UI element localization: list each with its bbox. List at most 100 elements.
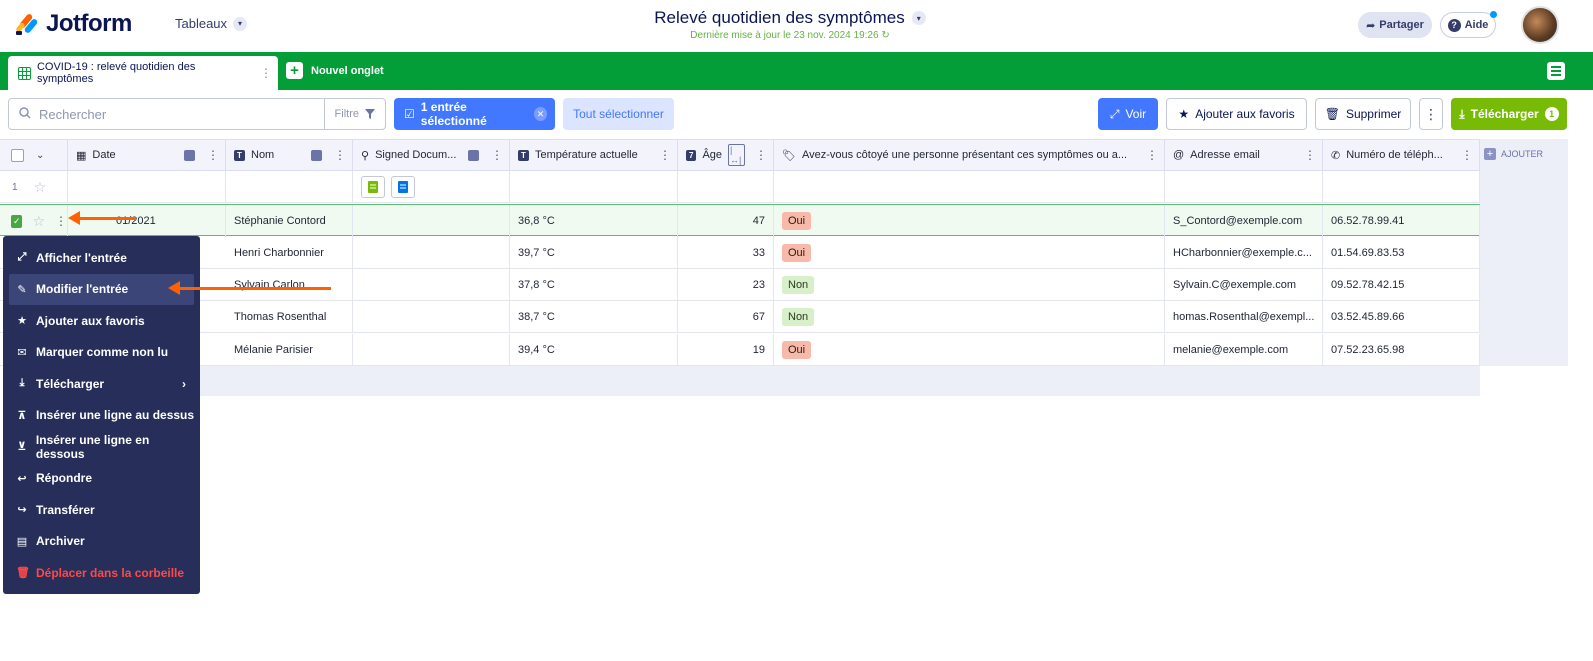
- phone-cell[interactable]: 06.52.78.99.41: [1323, 205, 1480, 237]
- column-menu-icon[interactable]: ⋮: [755, 148, 767, 162]
- refresh-icon[interactable]: ↻: [881, 30, 889, 41]
- temperature-cell[interactable]: 38,7 °C: [510, 301, 678, 333]
- add-column-header[interactable]: + AJOUTER: [1480, 139, 1568, 160]
- contact-cell[interactable]: [774, 171, 1165, 203]
- column-menu-icon[interactable]: ⋮: [1461, 148, 1473, 162]
- signed-doc-cell[interactable]: [353, 269, 510, 301]
- column-header-age[interactable]: 7 Âge |↔| ⋮: [678, 140, 774, 170]
- clear-selection-icon[interactable]: ✕: [533, 107, 547, 121]
- email-cell[interactable]: HCharbonnier@exemple.c...: [1165, 237, 1323, 269]
- column-menu-icon[interactable]: ⋮: [1304, 148, 1316, 162]
- phone-cell[interactable]: 09.52.78.42.15: [1323, 269, 1480, 301]
- signed-doc-cell[interactable]: [353, 237, 510, 269]
- signed-doc-cell[interactable]: [353, 171, 510, 203]
- row-menu-icon[interactable]: ⋮: [55, 214, 67, 228]
- age-cell[interactable]: 47: [678, 205, 774, 237]
- jotform-logo[interactable]: Jotform: [14, 10, 132, 38]
- table-row[interactable]: Sylvain Carlon 37,8 °C 23 Non Sylvain.C@…: [0, 269, 1480, 301]
- view-button[interactable]: ⤢ Voir: [1098, 98, 1158, 130]
- column-menu-icon[interactable]: ⋮: [334, 148, 346, 162]
- column-header-email[interactable]: @ Adresse email ⋮: [1165, 140, 1323, 170]
- table-row[interactable]: Henri Charbonnier 39,7 °C 33 Oui HCharbo…: [0, 237, 1480, 269]
- delete-button[interactable]: 🗑 Supprimer: [1315, 98, 1411, 130]
- temperature-cell[interactable]: 37,8 °C: [510, 269, 678, 301]
- add-column[interactable]: + AJOUTER: [1480, 139, 1568, 366]
- contact-cell[interactable]: Non: [774, 269, 1165, 301]
- contact-cell[interactable]: Oui: [774, 334, 1165, 366]
- table-row[interactable]: Thomas Rosenthal 38,7 °C 67 Non homas.Ro…: [0, 301, 1480, 333]
- email-cell[interactable]: S_Contord@exemple.com: [1165, 205, 1323, 237]
- temperature-cell[interactable]: 39,4 °C: [510, 334, 678, 366]
- table-row-selected[interactable]: ✓ ☆ ⋮ 01/2021 Stéphanie Contord 36,8 °C …: [0, 204, 1480, 237]
- hamburger-menu-icon[interactable]: [1547, 62, 1565, 80]
- name-cell[interactable]: Thomas Rosenthal: [226, 301, 353, 333]
- email-cell[interactable]: melanie@exemple.com: [1165, 334, 1323, 366]
- contact-cell[interactable]: Non: [774, 301, 1165, 333]
- star-icon[interactable]: ☆: [34, 179, 47, 196]
- user-avatar[interactable]: [1521, 6, 1559, 44]
- column-menu-icon[interactable]: ⋮: [659, 148, 671, 162]
- email-cell[interactable]: homas.Rosenthal@exempl...: [1165, 301, 1323, 333]
- more-options-icon[interactable]: ⋮: [1419, 98, 1443, 130]
- share-button[interactable]: ➦ Partager: [1358, 12, 1432, 38]
- tables-dropdown[interactable]: Tableaux ▾: [175, 16, 248, 31]
- age-cell[interactable]: 23: [678, 269, 774, 301]
- download-button[interactable]: ⤓ Télécharger 1: [1451, 98, 1567, 130]
- select-all-button[interactable]: Tout sélectionner: [563, 98, 674, 130]
- select-all-checkbox[interactable]: [11, 148, 24, 162]
- page-title[interactable]: Relevé quotidien des symptômes ▾: [654, 8, 926, 28]
- document-icon[interactable]: [391, 176, 415, 198]
- signed-doc-cell[interactable]: [353, 301, 510, 333]
- filter-button[interactable]: Filtre: [323, 99, 385, 129]
- column-header-temperature[interactable]: T Température actuelle ⋮: [510, 140, 678, 170]
- contact-cell[interactable]: Oui: [774, 205, 1165, 237]
- column-header-contact[interactable]: 🏷 Avez-vous côtoyé une personne présenta…: [774, 140, 1165, 170]
- search-input[interactable]: [39, 106, 309, 122]
- name-cell[interactable]: Mélanie Parisier: [226, 334, 353, 366]
- phone-cell[interactable]: 01.54.69.83.53: [1323, 237, 1480, 269]
- menu-item-archive[interactable]: ▤ Archiver: [3, 526, 200, 558]
- menu-item-mark-unread[interactable]: ✉ Marquer comme non lu: [3, 337, 200, 369]
- temperature-cell[interactable]: 36,8 °C: [510, 205, 678, 237]
- menu-item-add-favorites[interactable]: ★ Ajouter aux favoris: [3, 305, 200, 337]
- name-cell[interactable]: Henri Charbonnier: [226, 237, 353, 269]
- column-menu-icon[interactable]: ⋮: [491, 148, 503, 162]
- column-header-name[interactable]: T Nom ⋮: [226, 140, 353, 170]
- column-header-phone[interactable]: ✆ Numéro de téléph... ⋮: [1323, 140, 1480, 170]
- name-cell[interactable]: [226, 171, 353, 203]
- age-cell[interactable]: 19: [678, 334, 774, 366]
- phone-cell[interactable]: 07.52.23.65.98: [1323, 334, 1480, 366]
- email-cell[interactable]: [1165, 171, 1323, 203]
- menu-item-insert-above[interactable]: ⊼ Insérer une ligne au dessus: [3, 400, 200, 432]
- email-cell[interactable]: Sylvain.C@exemple.com: [1165, 269, 1323, 301]
- temperature-cell[interactable]: [510, 171, 678, 203]
- tab-options-icon[interactable]: ⋮: [260, 66, 272, 80]
- age-cell[interactable]: 67: [678, 301, 774, 333]
- age-cell[interactable]: [678, 171, 774, 203]
- menu-item-view-entry[interactable]: ⤢ Afficher l'entrée: [3, 242, 200, 274]
- tab-covid[interactable]: COVID-19 : relevé quotidien des symptôme…: [8, 56, 278, 90]
- signed-document-icon[interactable]: [361, 176, 385, 198]
- age-cell[interactable]: 33: [678, 237, 774, 269]
- menu-item-download[interactable]: ⤓ Télécharger ›: [3, 368, 200, 400]
- column-menu-icon[interactable]: ⋮: [207, 148, 219, 162]
- phone-cell[interactable]: 03.52.45.89.66: [1323, 301, 1480, 333]
- chevron-down-icon[interactable]: ⌄: [36, 150, 44, 161]
- star-icon[interactable]: ☆: [32, 213, 45, 230]
- column-header-signed-document[interactable]: ⚲ Signed Docum... ⋮: [353, 140, 510, 170]
- new-tab-button[interactable]: + Nouvel onglet: [286, 62, 384, 79]
- add-favorites-button[interactable]: ★ Ajouter aux favoris: [1166, 98, 1307, 130]
- date-cell[interactable]: 01/2021: [68, 205, 226, 237]
- menu-item-move-to-trash[interactable]: 🗑 Déplacer dans la corbeille: [3, 557, 200, 589]
- help-button[interactable]: ? Aide: [1440, 11, 1497, 38]
- contact-cell[interactable]: Oui: [774, 237, 1165, 269]
- name-cell[interactable]: Sylvain Carlon: [226, 269, 353, 301]
- selected-entries-badge[interactable]: ☑ 1 entrée sélectionné ✕: [394, 98, 555, 130]
- menu-item-insert-below[interactable]: ⊻ Insérer une ligne en dessous: [3, 431, 200, 463]
- signed-doc-cell[interactable]: [353, 334, 510, 366]
- menu-item-reply[interactable]: ↩ Répondre: [3, 463, 200, 495]
- temperature-cell[interactable]: 39,7 °C: [510, 237, 678, 269]
- column-header-date[interactable]: ▦ Date ⋮: [68, 140, 226, 170]
- date-cell[interactable]: [68, 171, 226, 203]
- phone-cell[interactable]: [1323, 171, 1480, 203]
